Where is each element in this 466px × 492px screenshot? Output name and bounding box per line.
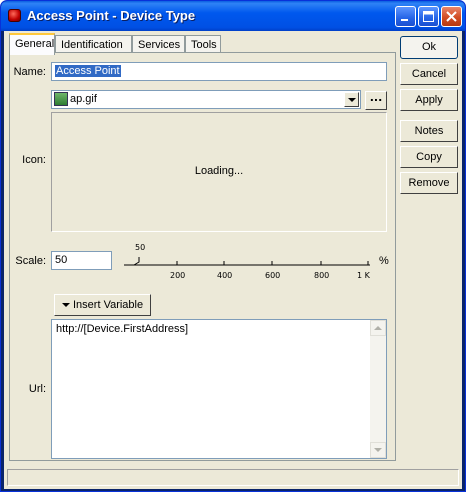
cancel-button[interactable]: Cancel bbox=[400, 63, 458, 85]
icon-label: Icon: bbox=[22, 154, 46, 166]
chevron-down-icon bbox=[374, 448, 382, 452]
dialog-window: Access Point - Device Type General Ident… bbox=[0, 0, 466, 492]
url-label: Url: bbox=[28, 383, 46, 395]
scroll-up-button[interactable] bbox=[370, 320, 386, 336]
chevron-down-icon bbox=[348, 98, 356, 102]
name-field[interactable]: Access Point bbox=[51, 62, 387, 81]
scale-pointer-label: 50 bbox=[135, 243, 146, 252]
name-value: Access Point bbox=[55, 65, 121, 77]
vertical-scrollbar[interactable] bbox=[370, 320, 386, 458]
remove-label: Remove bbox=[408, 177, 450, 189]
close-button[interactable] bbox=[441, 6, 462, 27]
scale-tick-label: 200 bbox=[170, 271, 186, 280]
tab-label: General bbox=[15, 38, 55, 50]
icon-browse-button[interactable]: ... bbox=[365, 91, 387, 110]
status-bar bbox=[4, 466, 462, 489]
scale-label: Scale: bbox=[15, 255, 46, 267]
tab-label: Tools bbox=[191, 39, 217, 51]
dialog-client-area: General Identification Services Tools Na… bbox=[4, 31, 462, 489]
image-file-icon bbox=[54, 92, 68, 106]
maximize-button[interactable] bbox=[418, 6, 439, 27]
scale-tick-label: 1 K bbox=[357, 271, 370, 280]
apply-button[interactable]: Apply bbox=[400, 89, 458, 111]
ok-label: Ok bbox=[421, 41, 437, 53]
chevron-down-icon bbox=[62, 303, 70, 307]
window-title: Access Point - Device Type bbox=[27, 8, 196, 23]
loading-text: Loading... bbox=[194, 165, 244, 177]
icon-file-value: ap.gif bbox=[70, 93, 97, 105]
cancel-label: Cancel bbox=[411, 68, 447, 80]
icon-file-combo[interactable]: ap.gif bbox=[51, 90, 361, 109]
scale-field[interactable]: 50 bbox=[51, 251, 112, 270]
scale-slider-track[interactable] bbox=[122, 241, 372, 281]
tab-general[interactable]: General bbox=[9, 33, 55, 55]
status-pane bbox=[7, 469, 459, 486]
copy-button[interactable]: Copy bbox=[400, 146, 458, 168]
scale-value: 50 bbox=[55, 254, 68, 266]
scale-unit: % bbox=[379, 255, 389, 267]
notes-button[interactable]: Notes bbox=[400, 120, 458, 142]
insert-variable-label: Insert Variable bbox=[73, 299, 144, 311]
scroll-down-button[interactable] bbox=[370, 442, 386, 458]
notes-label: Notes bbox=[414, 125, 444, 137]
name-label: Name: bbox=[13, 66, 46, 78]
tab-label: Services bbox=[138, 39, 181, 51]
apply-label: Apply bbox=[415, 94, 443, 106]
title-bar[interactable]: Access Point - Device Type bbox=[1, 1, 465, 31]
scale-tick-label: 400 bbox=[217, 271, 233, 280]
tab-label: Identification bbox=[61, 39, 123, 51]
maximize-icon bbox=[423, 11, 434, 22]
icon-preview: Loading... bbox=[51, 112, 387, 232]
chevron-up-icon bbox=[374, 326, 382, 330]
close-icon bbox=[446, 11, 457, 22]
app-icon bbox=[8, 9, 21, 22]
minimize-icon bbox=[401, 19, 408, 21]
scale-tick-label: 600 bbox=[265, 271, 281, 280]
minimize-button[interactable] bbox=[395, 6, 416, 27]
remove-button[interactable]: Remove bbox=[400, 172, 458, 194]
general-tab-page: Name: Access Point ap.gif ... Icon: Load… bbox=[9, 52, 396, 461]
scale-slider[interactable]: 50 200 400 600 800 1 K bbox=[122, 241, 372, 281]
ok-button[interactable]: Ok bbox=[400, 36, 458, 59]
url-textarea[interactable]: http://[Device.FirstAddress] bbox=[51, 319, 387, 459]
browse-label: ... bbox=[369, 91, 383, 104]
copy-label: Copy bbox=[416, 151, 442, 163]
scale-tick-label: 800 bbox=[314, 271, 330, 280]
url-value: http://[Device.FirstAddress] bbox=[56, 323, 189, 335]
insert-variable-button[interactable]: Insert Variable bbox=[54, 294, 151, 316]
combo-dropdown-button[interactable] bbox=[344, 92, 359, 107]
